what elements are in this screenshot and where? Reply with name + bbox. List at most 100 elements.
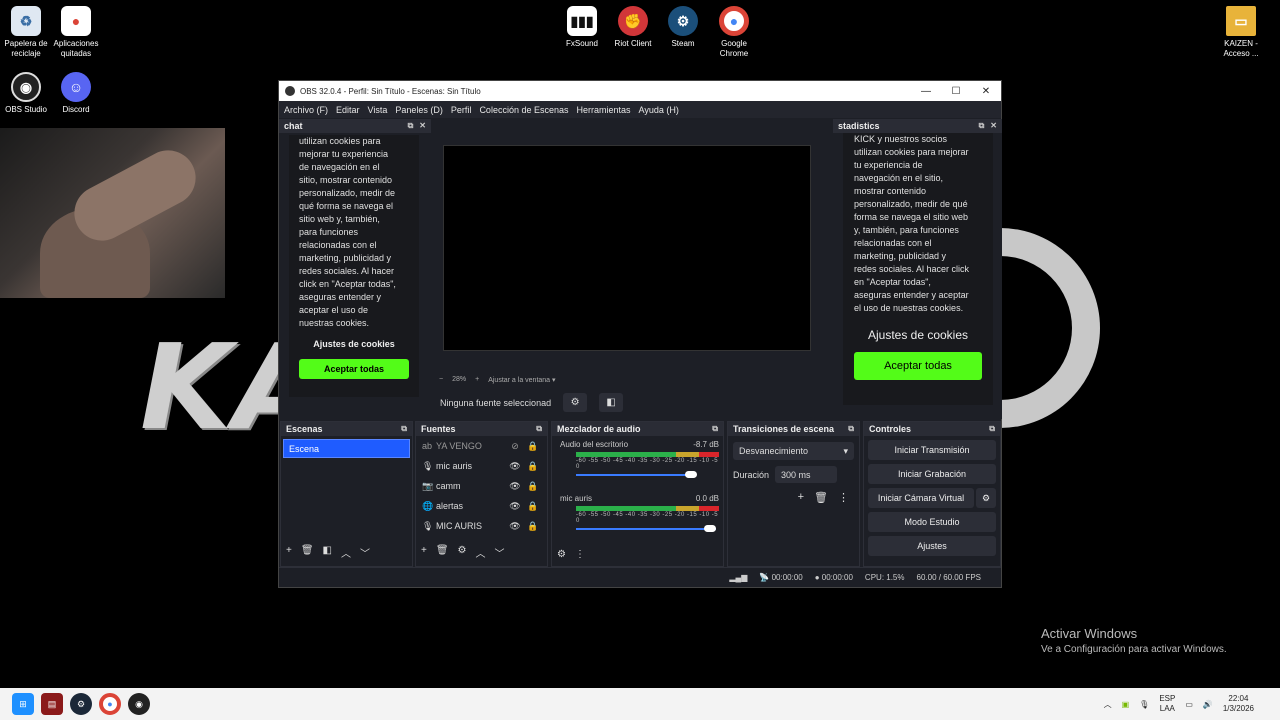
- float-icon[interactable]: ⧉: [989, 424, 995, 434]
- more-icon[interactable]: ⋮: [575, 549, 585, 560]
- lock-icon[interactable]: 🔒: [524, 461, 542, 472]
- cookie-settings-button[interactable]: Ajustes de cookies: [299, 338, 409, 351]
- add-icon[interactable]: +: [286, 545, 292, 560]
- menu-ayuda[interactable]: Ayuda (H): [639, 105, 679, 115]
- trash-icon[interactable]: 🗑: [436, 545, 449, 560]
- network-icon[interactable]: ▭: [1185, 700, 1193, 709]
- mic-icon[interactable]: 🎙: [1139, 700, 1149, 709]
- menu-herramientas[interactable]: Herramientas: [577, 105, 631, 115]
- chevron-down-icon[interactable]: ﹀: [495, 545, 505, 560]
- eye-hidden-icon[interactable]: ⊘: [506, 441, 524, 452]
- trash-icon[interactable]: 🗑: [814, 491, 828, 504]
- more-icon[interactable]: ⋮: [838, 491, 849, 504]
- obs-window[interactable]: OBS 32.0.4 - Perfil: Sin Título - Escena…: [278, 80, 1002, 588]
- gear-icon[interactable]: ⚙: [563, 393, 588, 412]
- obs-titlebar[interactable]: OBS 32.0.4 - Perfil: Sin Título - Escena…: [279, 81, 1001, 101]
- eye-icon[interactable]: 👁: [506, 521, 524, 532]
- start-stream-button[interactable]: Iniciar Transmisión: [868, 440, 996, 460]
- settings-button[interactable]: Ajustes: [868, 536, 996, 556]
- float-icon[interactable]: ⧉: [979, 121, 985, 131]
- eye-icon[interactable]: 👁: [506, 501, 524, 512]
- volume-icon[interactable]: 🔊: [1203, 700, 1213, 709]
- desktop-icon-obs[interactable]: ◉ OBS Studio: [0, 72, 52, 115]
- float-icon[interactable]: ⧉: [848, 424, 854, 434]
- studio-mode-button[interactable]: Modo Estudio: [868, 512, 996, 532]
- desktop-icon-steam[interactable]: ⚙ Steam: [657, 6, 709, 49]
- menu-editar[interactable]: Editar: [336, 105, 360, 115]
- close-icon[interactable]: ✕: [419, 121, 426, 131]
- mic-icon: 🎙: [422, 520, 434, 531]
- source-row[interactable]: 🎙 mic auris 👁 🔒: [416, 456, 547, 476]
- source-row[interactable]: 🌐 alertas 👁 🔒: [416, 496, 547, 516]
- chevron-up-icon[interactable]: ︿: [1104, 699, 1112, 710]
- float-icon[interactable]: ⧉: [712, 424, 718, 434]
- start-virtual-camera-button[interactable]: Iniciar Cámara Virtual: [868, 488, 974, 508]
- desktop-icon-riot[interactable]: ✊ Riot Client: [607, 6, 659, 49]
- float-icon[interactable]: ⧉: [408, 121, 414, 131]
- eye-icon[interactable]: 👁: [506, 461, 524, 472]
- add-icon[interactable]: +: [798, 491, 804, 504]
- transition-select[interactable]: Desvanecimiento ▾: [733, 442, 854, 460]
- float-icon[interactable]: ⧉: [401, 424, 407, 434]
- lock-icon[interactable]: 🔒: [524, 521, 542, 532]
- desktop-icon-apps[interactable]: ● Aplicaciones quitadas: [50, 6, 102, 59]
- close-icon[interactable]: ✕: [971, 86, 1001, 97]
- menu-coleccion-escenas[interactable]: Colección de Escenas: [479, 105, 568, 115]
- slider-knob[interactable]: [684, 471, 697, 478]
- chevron-up-icon[interactable]: ︿: [476, 545, 486, 560]
- desktop-icon-recycle-bin[interactable]: ♻ Papelera de reciclaje: [0, 6, 52, 59]
- zoom-out-button[interactable]: −: [439, 376, 443, 384]
- duration-input[interactable]: 300 ms: [775, 466, 838, 483]
- filters-icon[interactable]: ◧: [599, 393, 624, 412]
- menu-perfil[interactable]: Perfil: [451, 105, 472, 115]
- desktop-icon-chrome[interactable]: ● Google Chrome: [708, 6, 760, 59]
- chevron-up-icon[interactable]: ︿: [341, 545, 351, 560]
- menu-vista[interactable]: Vista: [368, 105, 388, 115]
- add-icon[interactable]: +: [421, 545, 427, 560]
- menu-archivo[interactable]: Archivo (F): [284, 105, 328, 115]
- desktop-icon-kaizen[interactable]: ▭ KAIZEN - Acceso ...: [1215, 6, 1267, 59]
- desktop-icon-fxsound[interactable]: ▮▮▮ FxSound: [556, 6, 608, 49]
- preview-canvas[interactable]: [443, 145, 811, 351]
- preview-area[interactable]: − 28% + Ajustar a la ventana ▾: [434, 119, 831, 389]
- volume-slider[interactable]: [576, 524, 719, 534]
- steam-icon[interactable]: ⚙: [70, 693, 92, 715]
- menu-paneles[interactable]: Paneles (D): [395, 105, 443, 115]
- zoom-in-button[interactable]: +: [475, 376, 479, 384]
- maximize-icon[interactable]: ☐: [941, 86, 971, 97]
- trash-icon[interactable]: 🗑: [301, 545, 314, 560]
- lock-icon[interactable]: 🔒: [524, 441, 542, 452]
- slider-knob[interactable]: [704, 525, 716, 532]
- windows-start-icon[interactable]: ⊞: [12, 693, 34, 715]
- gear-icon[interactable]: ⚙: [458, 545, 467, 560]
- cookie-accept-button[interactable]: Aceptar todas: [854, 352, 982, 380]
- scene-item[interactable]: Escena: [283, 439, 410, 458]
- lock-icon[interactable]: 🔒: [524, 501, 542, 512]
- chrome-icon[interactable]: ●: [99, 693, 121, 715]
- source-row[interactable]: 📷 camm 👁 🔒: [416, 476, 547, 496]
- eye-icon[interactable]: 👁: [506, 481, 524, 492]
- voicemeeter-icon[interactable]: ▤: [41, 693, 63, 715]
- cookie-settings-button[interactable]: Ajustes de cookies: [854, 329, 982, 342]
- cookie-accept-button[interactable]: Aceptar todas: [299, 359, 409, 379]
- volume-slider[interactable]: [576, 470, 719, 480]
- gear-icon[interactable]: ⚙: [976, 488, 996, 508]
- fit-window-select[interactable]: Ajustar a la ventana ▾: [488, 376, 555, 384]
- camera-icon: 📷: [422, 480, 434, 491]
- lock-icon[interactable]: 🔒: [524, 481, 542, 492]
- float-icon[interactable]: ⧉: [536, 424, 542, 434]
- chevron-down-icon[interactable]: ﹀: [360, 545, 370, 560]
- language-indicator[interactable]: ESP LAA: [1159, 694, 1175, 714]
- clock[interactable]: 22:04 1/3/2026: [1223, 694, 1254, 714]
- source-row[interactable]: 🎙 MIC AURIS 👁 🔒: [416, 516, 547, 536]
- minimize-icon[interactable]: —: [911, 86, 941, 97]
- obs-icon[interactable]: ◉: [128, 693, 150, 715]
- filters-icon[interactable]: ◧: [323, 545, 332, 560]
- close-icon[interactable]: ✕: [990, 121, 997, 131]
- advanced-audio-icon[interactable]: ⚙: [557, 549, 566, 560]
- start-recording-button[interactable]: Iniciar Grabación: [868, 464, 996, 484]
- source-row[interactable]: ab YA VENGO ⊘ 🔒: [416, 436, 547, 456]
- duration-row: Duración 300 ms: [733, 466, 854, 483]
- desktop-icon-discord[interactable]: ☺ Discord: [50, 72, 102, 115]
- nvidia-icon[interactable]: ▣: [1122, 700, 1130, 709]
